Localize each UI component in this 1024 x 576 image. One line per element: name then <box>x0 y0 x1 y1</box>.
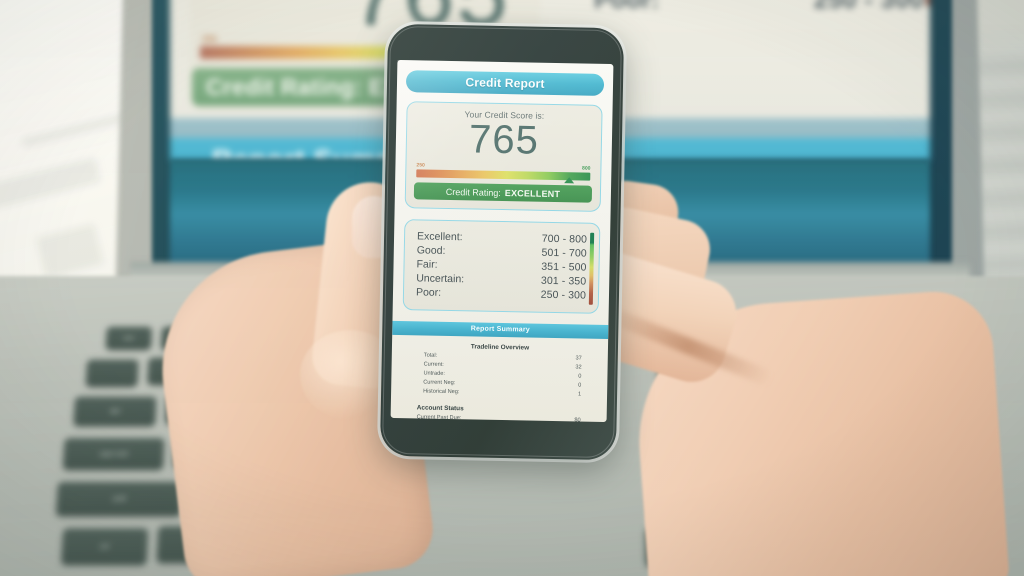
summary-label: Current Past Due: <box>416 414 462 421</box>
keyboard-key[interactable]: tab <box>73 396 157 427</box>
table-row: Poor: 250 - 300 <box>594 0 924 17</box>
credit-rating-label: Credit Rating: <box>445 186 501 198</box>
credit-score-card: Your Credit Score is: 765 250 800 Credit… <box>404 101 603 213</box>
keyboard-key[interactable]: shift <box>55 481 183 517</box>
report-summary-header-text: Report Summary <box>470 325 530 334</box>
credit-ranges-table: Excellent: 700 - 800 Good: 501 - 700 Fai… <box>402 219 601 314</box>
summary-value: $0 <box>574 417 581 423</box>
range-label: Good: <box>416 244 446 258</box>
keyboard-key-label: tab <box>109 407 121 415</box>
range-value: 301 - 350 <box>540 275 587 288</box>
screenshot-scene: 765 250 Credit Rating: EXCELLENT Excelle… <box>0 0 1024 576</box>
range-value: 250 - 300 <box>813 0 924 14</box>
summary-value: 0 <box>578 373 582 380</box>
gauge-max-label: 800 <box>582 165 591 172</box>
credit-rating-bar: Credit Rating: EXCELLENT <box>413 182 593 203</box>
phone-screen[interactable]: Credit Report Your Credit Score is: 765 … <box>390 59 614 423</box>
summary-value: 32 <box>575 363 582 371</box>
gauge-min-label: 250 <box>416 162 425 169</box>
keyboard-key-label: caps lock <box>98 450 129 458</box>
credit-rating-value: EXCELLENT <box>504 187 561 199</box>
table-row: Poor: 250 - 300 <box>416 286 586 303</box>
range-label: Excellent: <box>416 230 463 244</box>
range-value: 351 - 500 <box>541 261 587 274</box>
range-label: Uncertain: <box>416 272 465 286</box>
summary-label: Historical Neg: <box>423 388 460 395</box>
app-title: Credit Report <box>465 75 545 91</box>
laptop-vertical-gauge <box>926 0 930 6</box>
laptop-gauge-min-label: 250 <box>202 34 218 44</box>
smartphone: Credit Report Your Credit Score is: 765 … <box>379 23 625 461</box>
summary-label: Current: <box>423 361 444 368</box>
summary-value: 0 <box>578 382 582 389</box>
keyboard-key-label: ctrl <box>99 543 110 551</box>
range-value: 250 - 300 <box>540 289 587 303</box>
keyboard-key[interactable] <box>85 359 139 387</box>
keyboard-key[interactable]: esc <box>105 326 153 350</box>
range-value: 700 - 800 <box>541 232 588 246</box>
keyboard-key-label: esc <box>123 334 135 342</box>
report-summary-body: Tradeline Overview Total: 37 Current: 32… <box>391 334 609 422</box>
range-value: 501 - 700 <box>541 247 587 260</box>
range-label: Poor: <box>594 0 660 14</box>
summary-row: Current Past Due: $0 <box>417 413 581 422</box>
summary-value: 37 <box>575 354 582 362</box>
score-gauge: 250 800 <box>414 162 592 184</box>
summary-value: 1 <box>577 391 582 398</box>
keyboard-key-label: shift <box>112 495 126 503</box>
keyboard-key[interactable]: ctrl <box>61 528 149 566</box>
laptop-ranges-table: Excellent: 700 - 800 Good: 501 - 700 Fai… <box>594 0 924 17</box>
range-label: Poor: <box>415 286 442 300</box>
range-label: Fair: <box>416 258 438 272</box>
gauge-marker-icon <box>563 177 574 184</box>
ranges-vertical-gauge <box>588 232 595 305</box>
summary-row: Historical Neg: 1 <box>417 387 581 399</box>
keyboard-key[interactable]: caps lock <box>62 438 165 470</box>
summary-label: Total: <box>423 352 438 359</box>
app-title-bar: Credit Report <box>405 70 605 96</box>
credit-score-value: 765 <box>468 117 540 163</box>
